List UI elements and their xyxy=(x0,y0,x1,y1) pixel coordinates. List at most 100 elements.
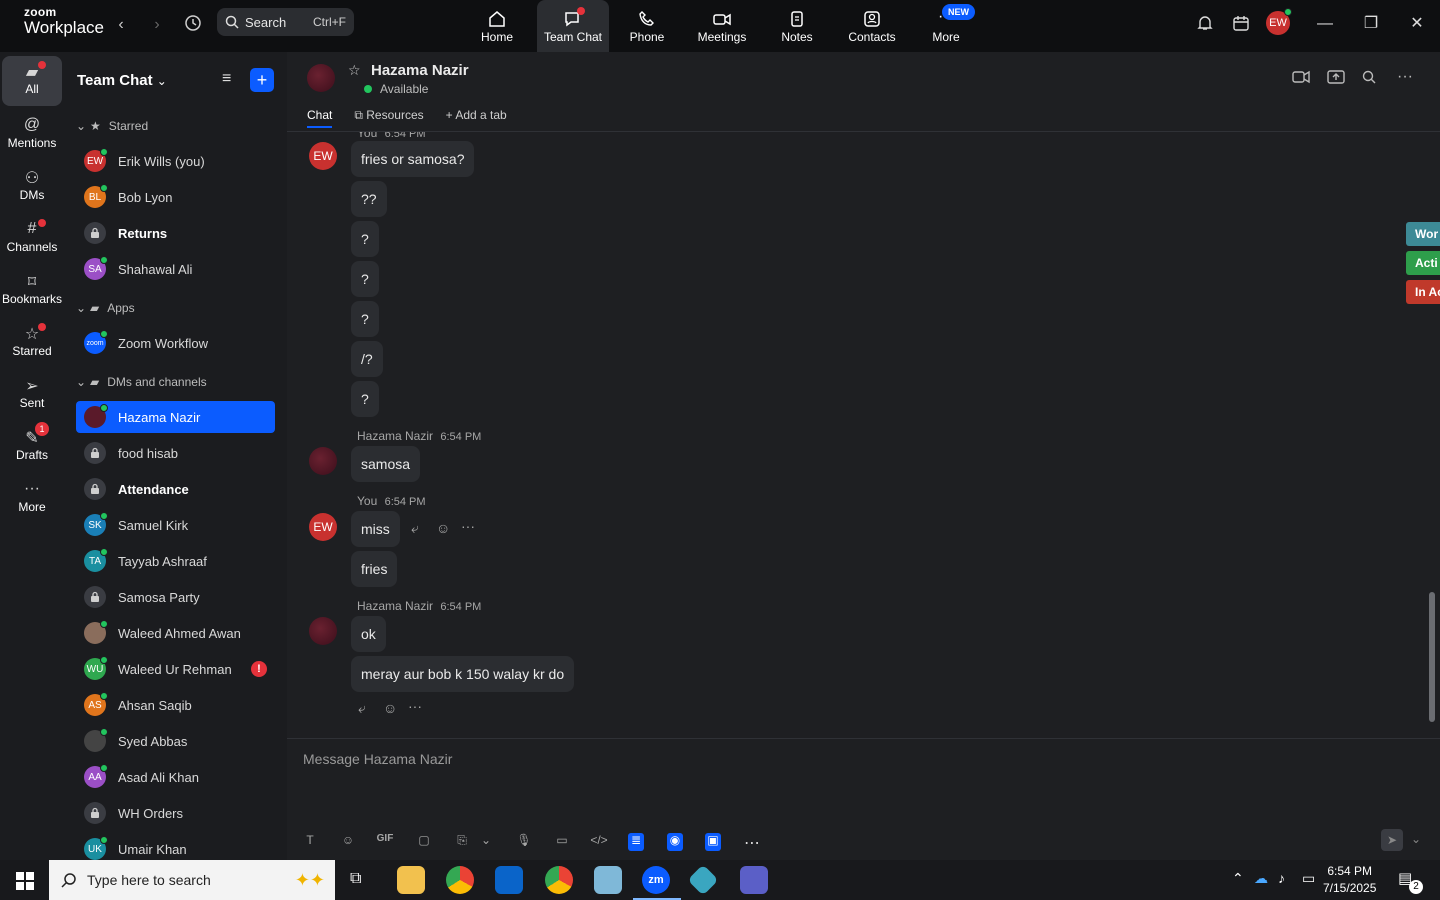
sidebar-item[interactable]: TA Tayyab Ashraaf xyxy=(76,545,275,577)
network-icon[interactable]: ▭ xyxy=(1302,870,1315,887)
send-options-icon[interactable]: ⌄ xyxy=(1411,832,1421,846)
teams-icon[interactable] xyxy=(740,866,768,894)
section-starred[interactable]: ⌄ ★ Starred xyxy=(76,110,275,142)
outlook-icon[interactable] xyxy=(495,866,523,894)
tab-meetings[interactable]: Meetings xyxy=(686,0,758,52)
close-icon[interactable]: ✕ xyxy=(1407,14,1427,34)
gif-icon[interactable]: GIF xyxy=(373,833,397,851)
sidebar-item[interactable]: EW Erik Wills (you) xyxy=(76,145,275,177)
app-icon[interactable] xyxy=(594,866,622,894)
sidebar-item[interactable]: Waleed Ahmed Awan xyxy=(76,617,275,649)
right-tag-work[interactable]: Wor xyxy=(1406,222,1440,246)
message-bubble[interactable]: ? xyxy=(351,221,379,257)
sidebar-title[interactable]: Team Chat ⌄ xyxy=(77,72,167,89)
message-bubble[interactable]: ?? xyxy=(351,181,387,217)
more-actions-icon[interactable]: ··· xyxy=(408,698,422,714)
sidebar-item[interactable]: Samosa Party xyxy=(76,581,275,613)
tab-chat[interactable]: Chat xyxy=(307,108,333,128)
video-call-icon[interactable] xyxy=(1292,70,1310,89)
message-bubble[interactable]: fries or samosa? xyxy=(351,141,475,177)
rail-mentions[interactable]: @ Mentions xyxy=(2,110,62,160)
tab-add[interactable]: + Add a tab xyxy=(446,108,507,128)
message-bubble[interactable]: fries xyxy=(351,551,398,587)
emoji-react-icon[interactable]: ☺ xyxy=(383,700,397,716)
share-screen-icon[interactable] xyxy=(1327,69,1345,90)
video-message-icon[interactable]: ▭ xyxy=(551,833,573,851)
sidebar-item[interactable]: WU Waleed Ur Rehman! xyxy=(76,653,275,685)
bell-icon[interactable] xyxy=(1195,14,1215,34)
reply-icon[interactable]: ⤶ xyxy=(358,700,366,717)
taskbar-clock[interactable]: 6:54 PM 7/15/2025 xyxy=(1323,863,1376,897)
tab-phone[interactable]: Phone xyxy=(611,0,683,52)
emoji-icon[interactable]: ☺ xyxy=(337,833,359,851)
message-bubble[interactable]: samosa xyxy=(351,446,421,482)
screenshot-dropdown-icon[interactable]: ⌄ xyxy=(475,833,497,851)
history-icon[interactable] xyxy=(182,14,204,36)
message-bubble[interactable]: ? xyxy=(351,381,379,417)
rail-all[interactable]: ▰ All xyxy=(2,56,62,106)
minimize-icon[interactable]: — xyxy=(1315,14,1335,34)
onedrive-icon[interactable]: ☁ xyxy=(1254,870,1268,887)
sidebar-item[interactable]: SA Shahawal Ali xyxy=(76,253,275,285)
sidebar-item[interactable]: Returns xyxy=(76,217,275,249)
more-options-icon[interactable]: ··· xyxy=(1397,68,1413,86)
file-icon[interactable]: ▢ xyxy=(413,833,435,851)
sidebar-item[interactable]: Syed Abbas xyxy=(76,725,275,757)
taskbar-search[interactable]: Type here to search ✦✦ xyxy=(49,860,335,900)
tab-more[interactable]: ··· NEW More xyxy=(910,0,982,52)
scrollbar-thumb[interactable] xyxy=(1429,592,1435,722)
message-bubble[interactable]: meray aur bob k 150 walay kr do xyxy=(351,656,575,692)
tab-contacts[interactable]: Contacts xyxy=(836,0,908,52)
app-whiteboard-icon[interactable]: ▣ xyxy=(705,833,721,851)
calendar-icon[interactable] xyxy=(1231,14,1251,34)
screenshot-icon[interactable]: ⎘ xyxy=(451,833,473,851)
message-bubble[interactable]: miss xyxy=(351,511,400,547)
volume-icon[interactable]: ♪ xyxy=(1278,870,1285,886)
message-bubble[interactable]: ? xyxy=(351,301,379,337)
sidebar-item[interactable]: food hisab xyxy=(76,437,275,469)
avatar[interactable] xyxy=(309,447,337,475)
code-snippet-icon[interactable]: </> xyxy=(588,833,610,851)
message-input[interactable]: Message Hazama Nazir xyxy=(303,751,452,767)
right-tag-inactive[interactable]: In Ac xyxy=(1406,280,1440,304)
format-text-icon[interactable]: T xyxy=(299,833,321,851)
message-bubble[interactable]: ok xyxy=(351,616,386,652)
sidebar-item[interactable]: zoom Zoom Workflow xyxy=(76,327,275,359)
more-actions-icon[interactable]: ··· xyxy=(461,518,475,534)
sidebar-item[interactable]: AS Ahsan Saqib xyxy=(76,689,275,721)
rail-drafts[interactable]: ✎ 1 Drafts xyxy=(2,422,62,472)
avatar[interactable]: EW xyxy=(309,142,337,170)
avatar[interactable] xyxy=(309,617,337,645)
back-icon[interactable]: ‹ xyxy=(110,14,132,36)
search-box[interactable]: Search Ctrl+F xyxy=(217,8,354,36)
new-chat-button[interactable]: + xyxy=(250,68,274,92)
contact-name[interactable]: Hazama Nazir xyxy=(371,62,469,79)
reply-icon[interactable]: ⤶ xyxy=(411,520,419,537)
rail-starred[interactable]: ☆ Starred xyxy=(2,318,62,368)
rail-bookmarks[interactable]: ⌑ Bookmarks xyxy=(2,266,62,316)
rail-more[interactable]: ··· More xyxy=(2,474,62,524)
zoom-taskbar-icon[interactable]: zm xyxy=(642,866,670,894)
restore-icon[interactable]: ❐ xyxy=(1361,14,1381,34)
tab-home[interactable]: Home xyxy=(461,0,533,52)
windows-start-icon[interactable] xyxy=(16,872,34,895)
sidebar-item[interactable]: WH Orders xyxy=(76,797,275,829)
file-explorer-icon[interactable] xyxy=(397,866,425,894)
forward-icon[interactable]: › xyxy=(146,14,168,36)
tab-resources[interactable]: ⧉ Resources xyxy=(354,108,423,128)
app-zoom-icon[interactable]: ◉ xyxy=(667,833,683,851)
rail-channels[interactable]: # Channels xyxy=(2,214,62,264)
rail-dms[interactable]: ⚇ DMs xyxy=(2,162,62,212)
chrome-profile-icon[interactable] xyxy=(545,866,573,894)
message-bubble[interactable]: ? xyxy=(351,261,379,297)
filter-icon[interactable]: ≡ xyxy=(222,70,231,88)
sidebar-item[interactable]: SK Samuel Kirk xyxy=(76,509,275,541)
rail-sent[interactable]: ➢ Sent xyxy=(2,370,62,420)
sidebar-item[interactable]: BL Bob Lyon xyxy=(76,181,275,213)
app-notes-icon[interactable]: ≣ xyxy=(628,833,644,851)
star-outline-icon[interactable]: ☆ xyxy=(348,62,361,79)
contact-avatar[interactable] xyxy=(307,64,335,92)
tab-team-chat[interactable]: Team Chat xyxy=(537,0,609,52)
send-icon[interactable]: ➤ xyxy=(1381,829,1403,851)
tab-notes[interactable]: Notes xyxy=(761,0,833,52)
